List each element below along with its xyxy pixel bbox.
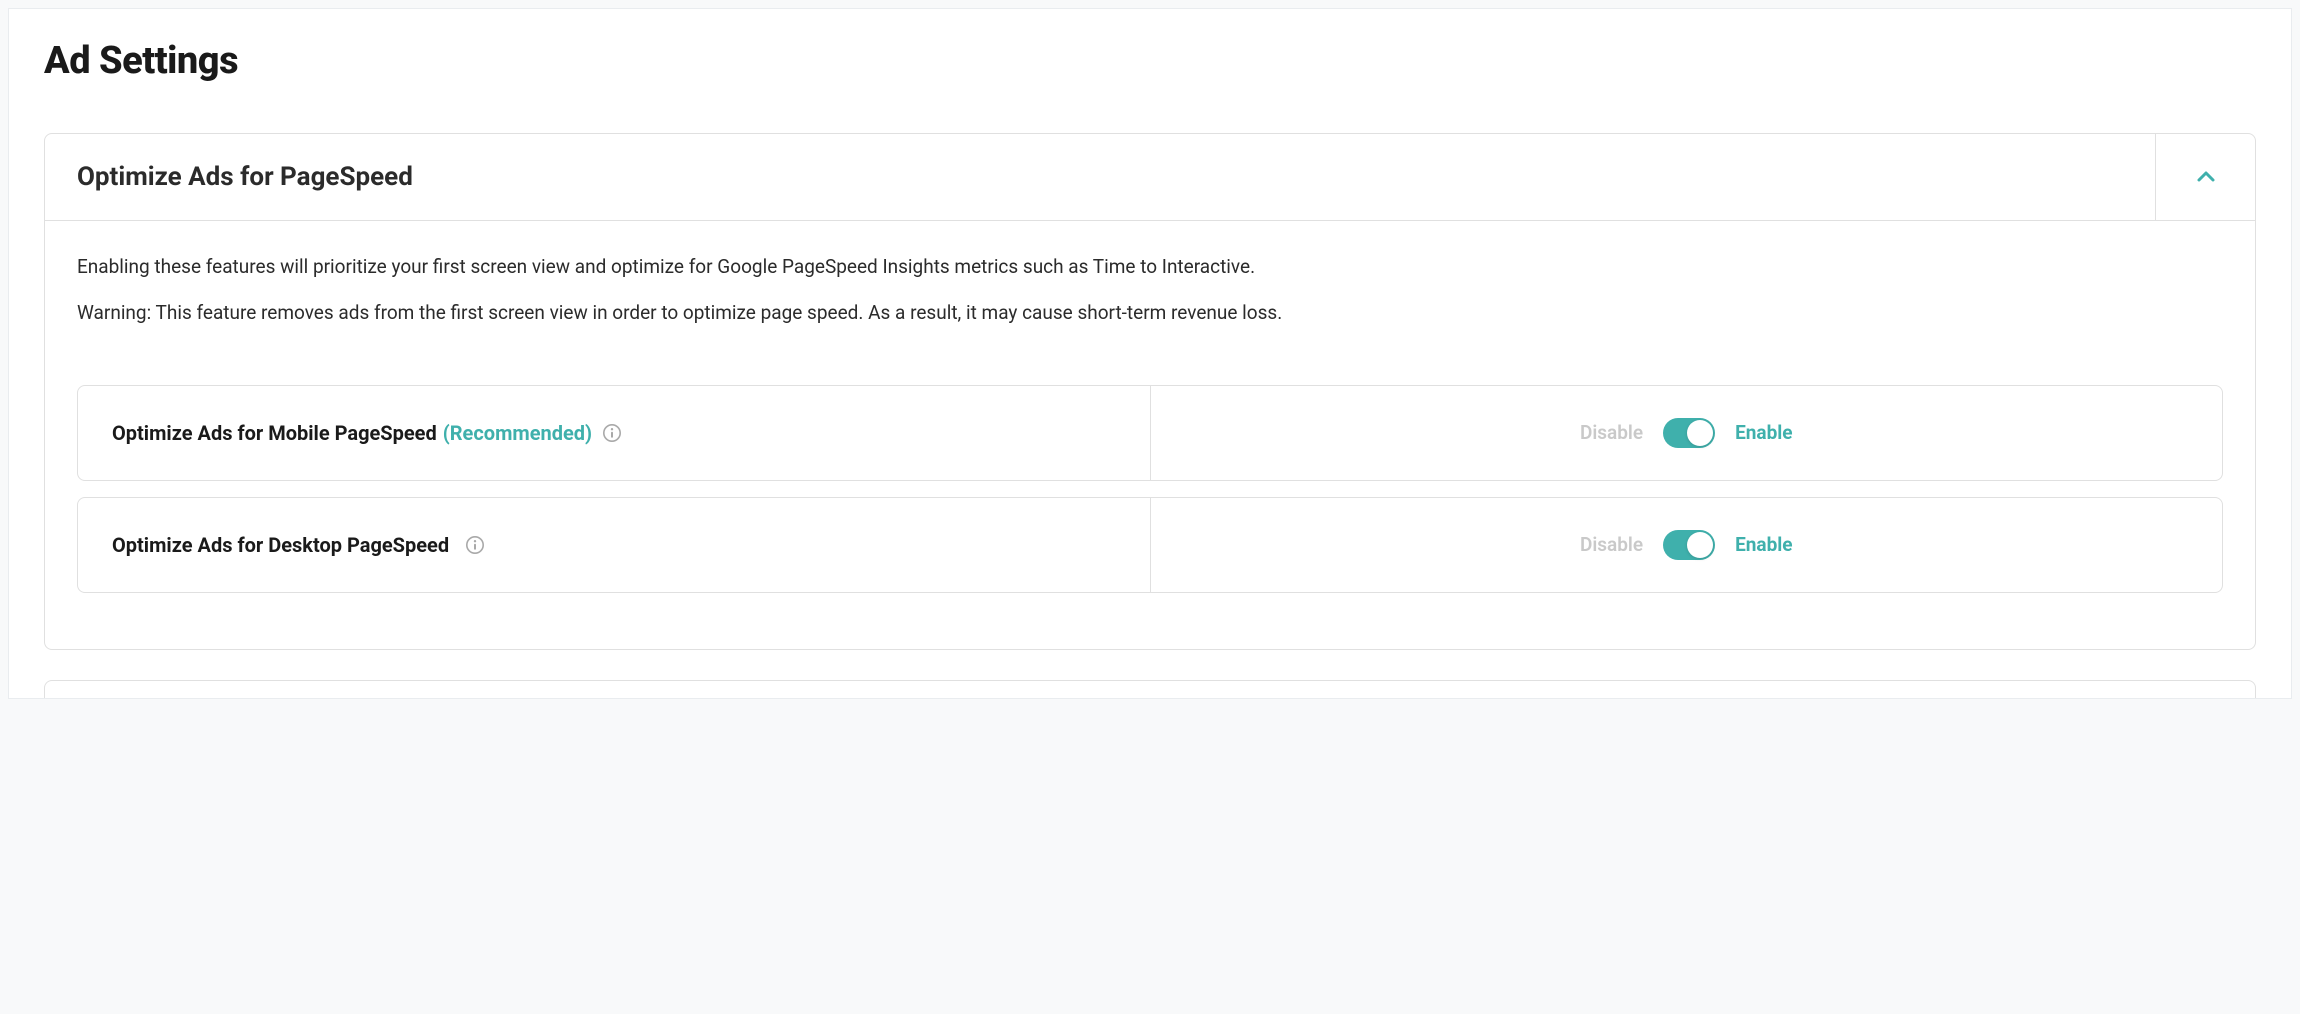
toggle-mobile-pagespeed[interactable] [1663, 418, 1715, 448]
description-text: Enabling these features will prioritize … [77, 251, 2223, 283]
info-icon[interactable] [602, 423, 622, 443]
setting-label: Optimize Ads for Desktop PageSpeed [112, 533, 449, 557]
next-card-stub [44, 680, 2256, 698]
chevron-up-icon [2194, 165, 2218, 189]
toggle-knob [1687, 420, 1713, 446]
toggle-knob [1687, 532, 1713, 558]
setting-control-cell: Disable Enable [1151, 498, 2223, 592]
toggle-desktop-pagespeed[interactable] [1663, 530, 1715, 560]
info-icon[interactable] [465, 535, 485, 555]
collapse-toggle[interactable] [2155, 134, 2255, 220]
card-header-title: Optimize Ads for PageSpeed [45, 134, 2155, 220]
setting-label-cell: Optimize Ads for Desktop PageSpeed [78, 498, 1151, 592]
warning-text: Warning: This feature removes ads from t… [77, 297, 2223, 329]
page-container: Ad Settings Optimize Ads for PageSpeed E… [8, 8, 2292, 699]
pagespeed-card: Optimize Ads for PageSpeed Enabling thes… [44, 133, 2256, 650]
page-title: Ad Settings [44, 39, 2256, 83]
setting-control-cell: Disable Enable [1151, 386, 2223, 480]
disable-label: Disable [1580, 533, 1643, 556]
enable-label: Enable [1735, 421, 1792, 444]
disable-label: Disable [1580, 421, 1643, 444]
setting-row-desktop: Optimize Ads for Desktop PageSpeed Disab… [77, 497, 2223, 593]
setting-row-mobile: Optimize Ads for Mobile PageSpeed (Recom… [77, 385, 2223, 481]
setting-label: Optimize Ads for Mobile PageSpeed [112, 421, 437, 445]
card-body: Enabling these features will prioritize … [45, 221, 2255, 649]
enable-label: Enable [1735, 533, 1792, 556]
setting-label-cell: Optimize Ads for Mobile PageSpeed (Recom… [78, 386, 1151, 480]
settings-list: Optimize Ads for Mobile PageSpeed (Recom… [77, 385, 2223, 593]
card-header: Optimize Ads for PageSpeed [45, 134, 2255, 221]
recommended-badge: (Recommended) [443, 421, 592, 445]
